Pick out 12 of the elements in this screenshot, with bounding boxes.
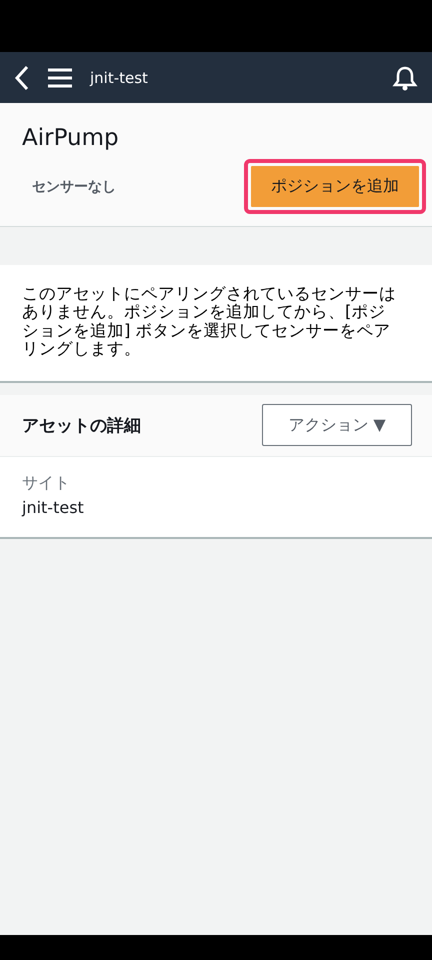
bell-icon[interactable] (392, 64, 418, 90)
menu-icon[interactable] (48, 68, 72, 88)
nav-title: jnit-test (90, 68, 149, 86)
action-dropdown[interactable]: アクション ▼ (262, 404, 412, 446)
asset-title: AirPump (22, 125, 120, 151)
sensor-status: センサーなし (32, 178, 116, 196)
details-title: アセットの詳細 (22, 414, 141, 437)
back-icon[interactable] (14, 64, 30, 90)
add-position-button[interactable]: ポジションを追加 (251, 166, 419, 207)
info-message: このアセットにペアリングされているセンサーはありません。ポジションを追加してから、[ポジションを追加] ボタンを選択してセンサーをペアリングします。 (22, 285, 397, 359)
field-value: jnit-test (22, 498, 85, 517)
field-label: サイト (22, 472, 71, 494)
